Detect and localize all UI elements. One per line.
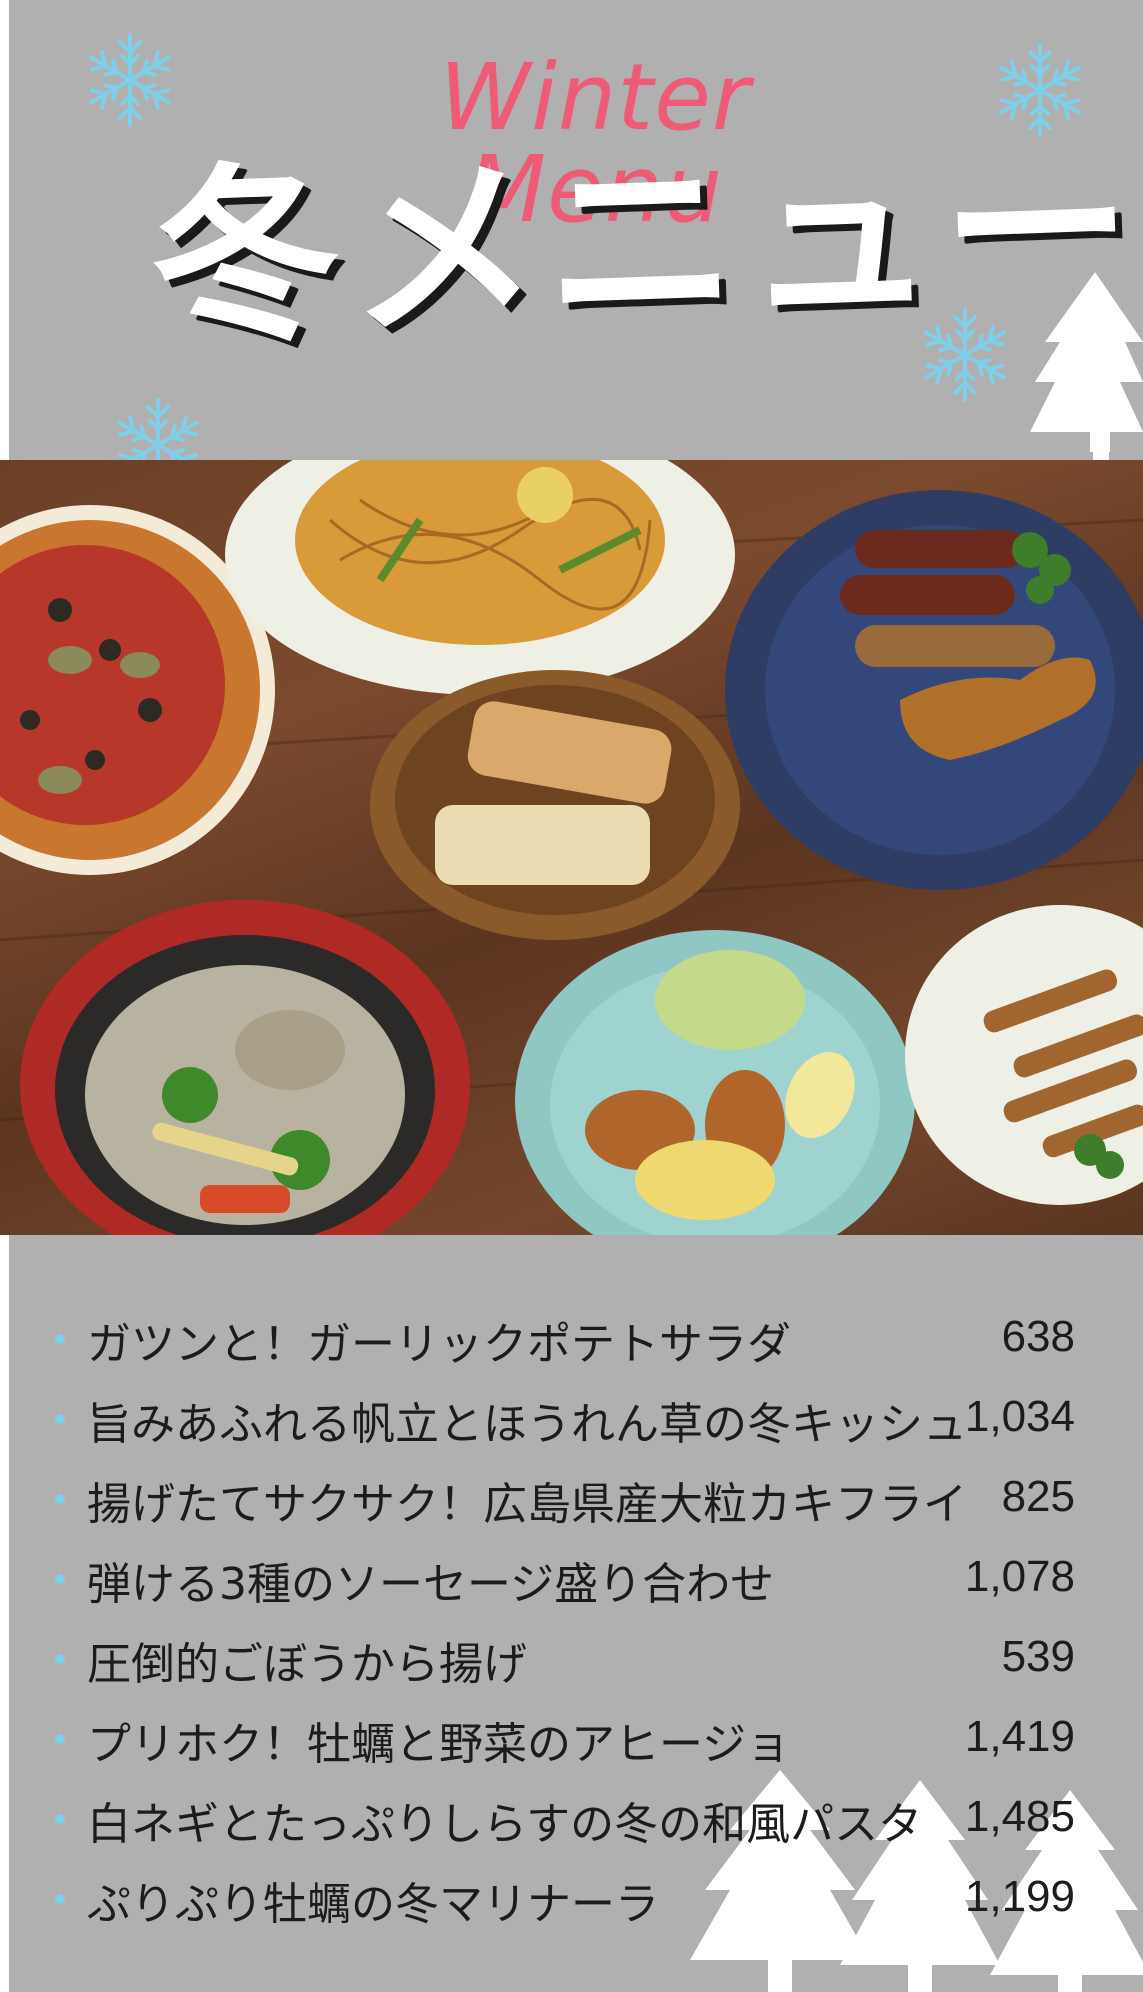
menu-item: プリホク！牡蠣と野菜のアヒージョ 1,419: [55, 1700, 1075, 1780]
menu-item-name: 旨みあふれる帆立とほうれん草の冬キッシュ: [87, 1399, 967, 1450]
bullet-icon: [55, 1574, 65, 1584]
bullet-icon: [55, 1494, 65, 1504]
menu-list: ガツンと！ガーリックポテトサラダ 638 旨みあふれる帆立とほうれん草の冬キッシ…: [55, 1300, 1075, 1940]
bullet-icon: [55, 1334, 65, 1344]
menu-poster: Winter Menu 冬メニュー ガツンと！ガーリックポテトサラダ 638 旨…: [0, 0, 1143, 1992]
bullet-icon: [55, 1654, 65, 1664]
menu-item-name: 揚げたてサクサク！広島県産大粒カキフライ: [87, 1479, 967, 1530]
bullet-icon: [55, 1734, 65, 1744]
menu-item: ぷりぷり牡蠣の冬マリナーラ 1,199: [55, 1860, 1075, 1940]
bullet-icon: [55, 1894, 65, 1904]
menu-item-name: プリホク！牡蠣と野菜のアヒージョ: [87, 1719, 791, 1770]
menu-item-price: 539: [1001, 1632, 1075, 1681]
menu-item-price: 1,078: [964, 1552, 1075, 1601]
bullet-icon: [55, 1414, 65, 1424]
page-title: 冬メニュー: [146, 115, 1143, 371]
menu-item: 白ネギとたっぷりしらすの冬の和風パスタ 1,485: [55, 1780, 1075, 1860]
menu-item: 弾ける3種のソーセージ盛り合わせ 1,078: [55, 1540, 1075, 1620]
menu-item-price: 1,485: [964, 1792, 1075, 1841]
menu-item-name: 白ネギとたっぷりしらすの冬の和風パスタ: [87, 1799, 923, 1850]
food-photo: [0, 460, 1143, 1235]
menu-item-name: 圧倒的ごぼうから揚げ: [87, 1639, 527, 1690]
menu-item-price: 1,199: [964, 1872, 1075, 1921]
snowflake-icon: [84, 33, 176, 127]
menu-item-price: 638: [1001, 1312, 1075, 1361]
menu-item-name: ぷりぷり牡蠣の冬マリナーラ: [87, 1879, 659, 1930]
menu-item-price: 825: [1001, 1472, 1075, 1521]
menu-item-name: 弾ける3種のソーセージ盛り合わせ: [87, 1559, 775, 1610]
tree-icon: [1030, 272, 1143, 460]
menu-item: 旨みあふれる帆立とほうれん草の冬キッシュ 1,034: [55, 1380, 1075, 1460]
menu-item: 揚げたてサクサク！広島県産大粒カキフライ 825: [55, 1460, 1075, 1540]
menu-item-name: ガツンと！ガーリックポテトサラダ: [87, 1319, 791, 1370]
menu-item-price: 1,034: [964, 1392, 1075, 1441]
menu-item: ガツンと！ガーリックポテトサラダ 638: [55, 1300, 1075, 1380]
menu-item: 圧倒的ごぼうから揚げ 539: [55, 1620, 1075, 1700]
menu-item-price: 1,419: [964, 1712, 1075, 1761]
bullet-icon: [55, 1814, 65, 1824]
